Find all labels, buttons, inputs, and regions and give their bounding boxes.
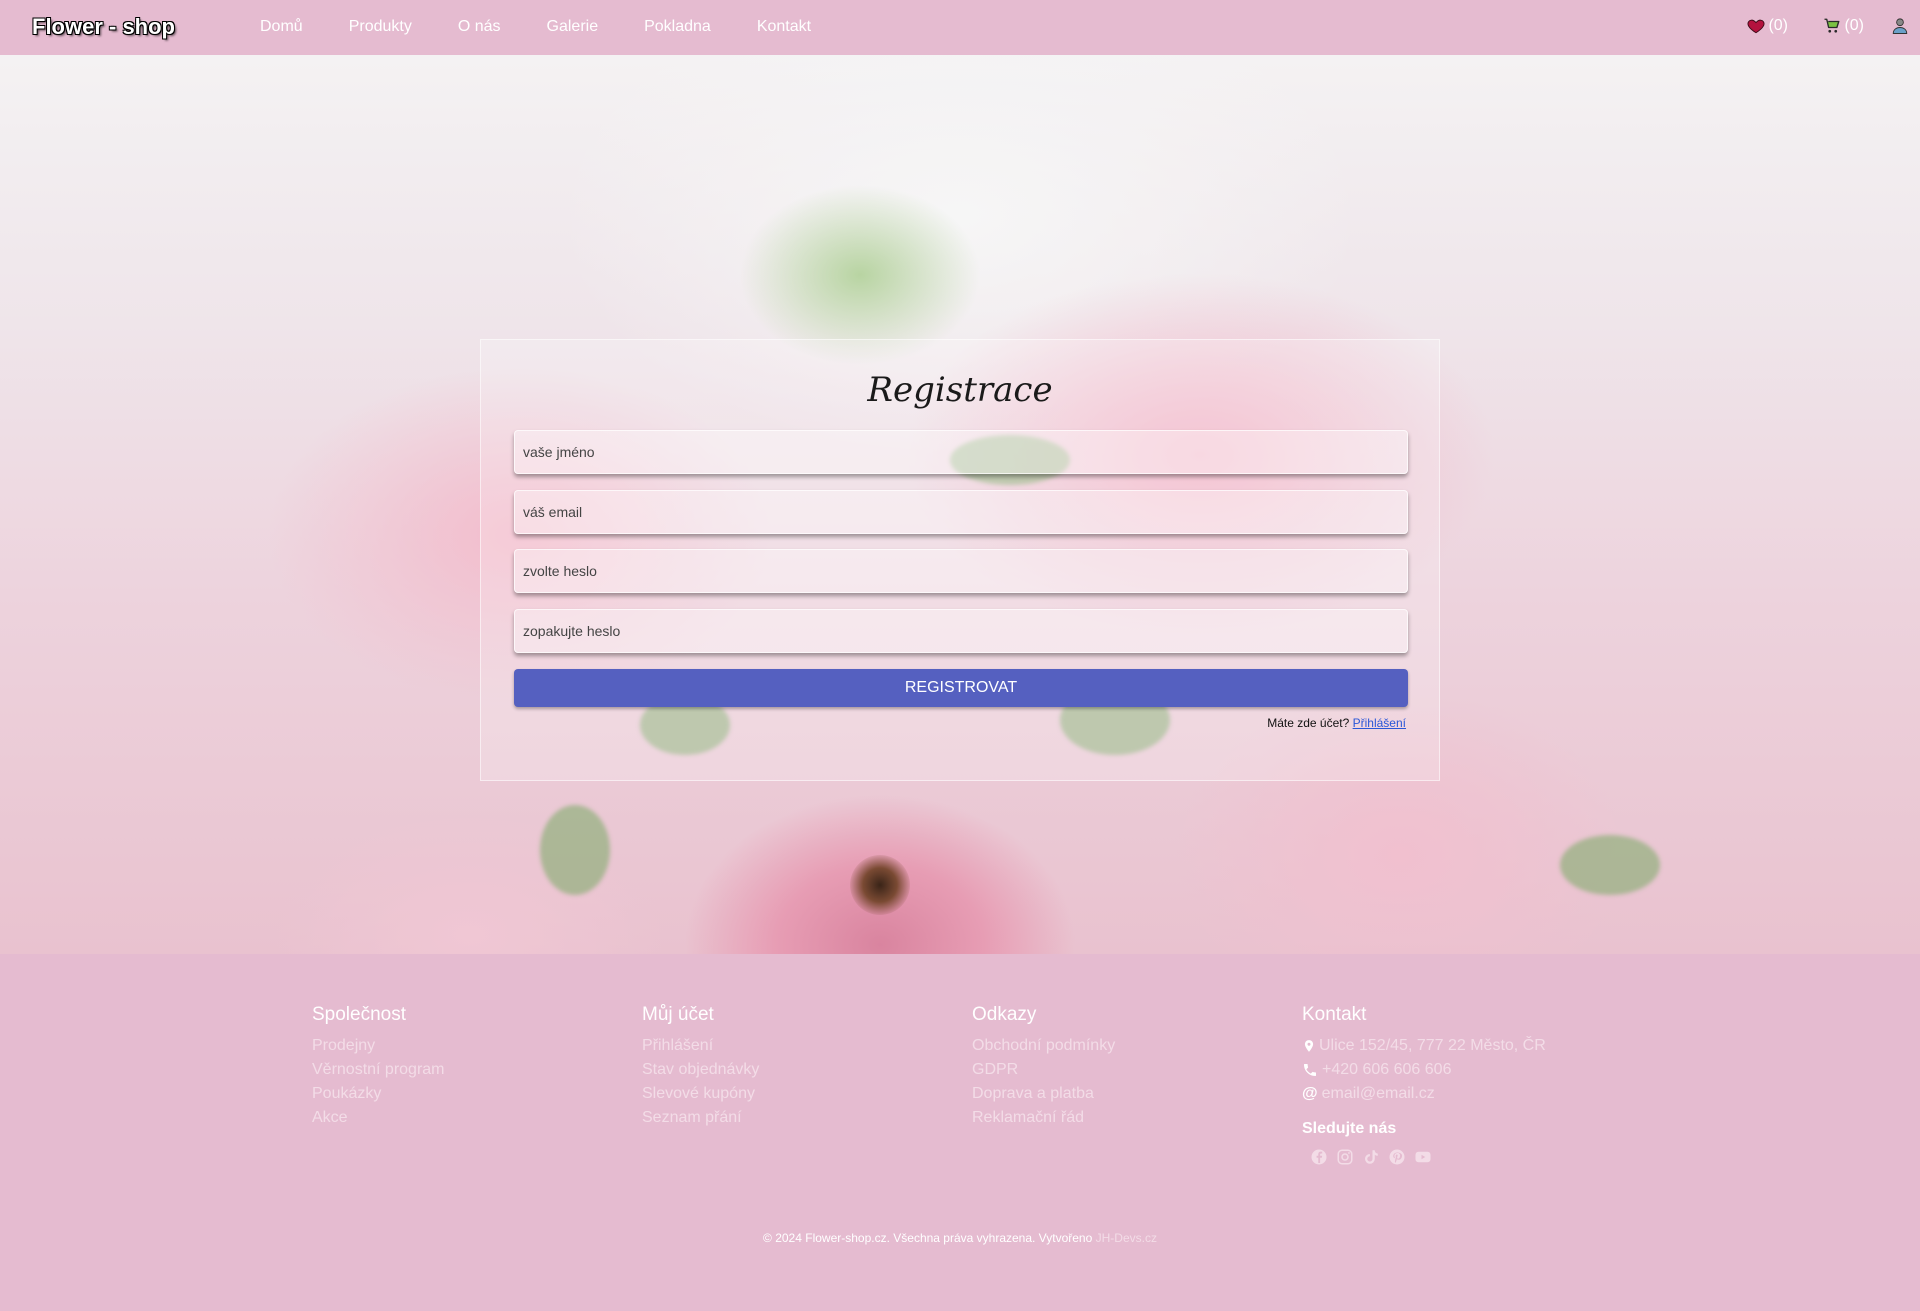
login-link[interactable]: Přihlášení (1353, 716, 1406, 730)
at-icon: @ (1302, 1085, 1318, 1102)
pinterest-icon[interactable] (1388, 1148, 1406, 1166)
registration-card: Registrace REGISTROVAT Máte zde účet? Př… (480, 339, 1440, 781)
footer-heading-account: Můj účet (642, 1004, 714, 1025)
registration-title: Registrace (867, 370, 1053, 410)
instagram-icon[interactable] (1336, 1148, 1354, 1166)
facebook-icon[interactable] (1310, 1148, 1328, 1166)
footer-column-account: Můj účet Přihlášení Stav objednávky Slev… (642, 1004, 759, 1130)
footer-link-gdpr[interactable]: GDPR (972, 1058, 1115, 1082)
contact-email-text[interactable]: email@email.cz (1322, 1082, 1435, 1106)
contact-phone-text: +420 606 606 606 (1322, 1061, 1452, 1078)
has-account-text: Máte zde účet? (1267, 716, 1350, 730)
footer-link-sales[interactable]: Akce (312, 1106, 445, 1130)
footer-link-vouchers[interactable]: Poukázky (312, 1082, 445, 1106)
cart-icon (1824, 18, 1840, 33)
nav-link-contact[interactable]: Kontakt (757, 18, 811, 36)
footer-column-company: Společnost Prodejny Věrnostní program Po… (312, 1004, 445, 1130)
footer-heading-company: Společnost (312, 1004, 407, 1025)
footer-link-terms[interactable]: Obchodní podmínky (972, 1034, 1115, 1058)
map-pin-icon (1304, 1040, 1314, 1052)
follow-heading: Sledujte nás (1302, 1120, 1397, 1137)
copyright-text: © 2024 Flower-shop.cz. Všechna práva vyh… (763, 1231, 1093, 1245)
leaf-decoration (540, 805, 610, 895)
copyright-line: © 2024 Flower-shop.cz. Všechna práva vyh… (0, 1231, 1920, 1245)
user-icon (1892, 18, 1908, 34)
hero-background-image: Registrace REGISTROVAT Máte zde účet? Př… (0, 55, 1920, 954)
leaf-decoration (1560, 835, 1660, 895)
main-nav: Domů Produkty O nás Galerie Pokladna Kon… (260, 18, 857, 36)
footer-link-stores[interactable]: Prodejny (312, 1034, 445, 1058)
footer: Společnost Prodejny Věrnostní program Po… (0, 954, 1920, 1311)
cart-count: (0) (1844, 17, 1864, 34)
brand-logo[interactable]: Flower - shop (32, 14, 175, 40)
footer-link-login[interactable]: Přihlášení (642, 1034, 759, 1058)
footer-link-loyalty[interactable]: Věrnostní program (312, 1058, 445, 1082)
wishlist-count: (0) (1768, 17, 1788, 34)
developer-link[interactable]: JH-Devs.cz (1096, 1231, 1157, 1245)
rose-center-decoration (850, 855, 910, 915)
email-field[interactable] (514, 490, 1408, 534)
heart-icon (1747, 19, 1765, 34)
phone-icon (1304, 1064, 1316, 1076)
footer-link-wishlist[interactable]: Seznam přání (642, 1106, 759, 1130)
youtube-icon[interactable] (1414, 1148, 1432, 1166)
footer-link-complaints[interactable]: Reklamační řád (972, 1106, 1115, 1130)
account-button[interactable] (1891, 17, 1912, 35)
footer-column-links: Odkazy Obchodní podmínky GDPR Doprava a … (972, 1004, 1115, 1130)
nav-link-products[interactable]: Produkty (349, 18, 412, 36)
nav-link-gallery[interactable]: Galerie (547, 18, 599, 36)
footer-column-contact: Kontakt Ulice 152/45, 777 22 Město, ČR +… (1302, 1004, 1546, 1166)
footer-link-shipping[interactable]: Doprava a platba (972, 1082, 1115, 1106)
contact-phone: +420 606 606 606 (1302, 1058, 1546, 1082)
contact-address-text: Ulice 152/45, 777 22 Město, ČR (1319, 1037, 1546, 1054)
nav-link-home[interactable]: Domů (260, 18, 303, 36)
password-field[interactable] (514, 549, 1408, 593)
name-field[interactable] (514, 430, 1408, 474)
footer-heading-contact: Kontakt (1302, 1004, 1367, 1025)
tiktok-icon[interactable] (1362, 1148, 1380, 1166)
register-button[interactable]: REGISTROVAT (514, 669, 1408, 707)
cart-button[interactable]: (0) (1823, 17, 1864, 35)
footer-heading-links: Odkazy (972, 1004, 1037, 1025)
nav-link-about[interactable]: O nás (458, 18, 501, 36)
footer-link-order-status[interactable]: Stav objednávky (642, 1058, 759, 1082)
wishlist-button[interactable]: (0) (1747, 17, 1788, 35)
social-icons (1310, 1148, 1546, 1166)
nav-link-checkout[interactable]: Pokladna (644, 18, 711, 36)
footer-link-coupons[interactable]: Slevové kupóny (642, 1082, 759, 1106)
navbar: Flower - shop Domů Produkty O nás Galeri… (0, 0, 1920, 55)
password-repeat-field[interactable] (514, 609, 1408, 653)
contact-address: Ulice 152/45, 777 22 Město, ČR (1302, 1034, 1546, 1058)
contact-email: @ email@email.cz (1302, 1082, 1546, 1106)
login-prompt: Máte zde účet? Přihlášení (1267, 716, 1406, 730)
